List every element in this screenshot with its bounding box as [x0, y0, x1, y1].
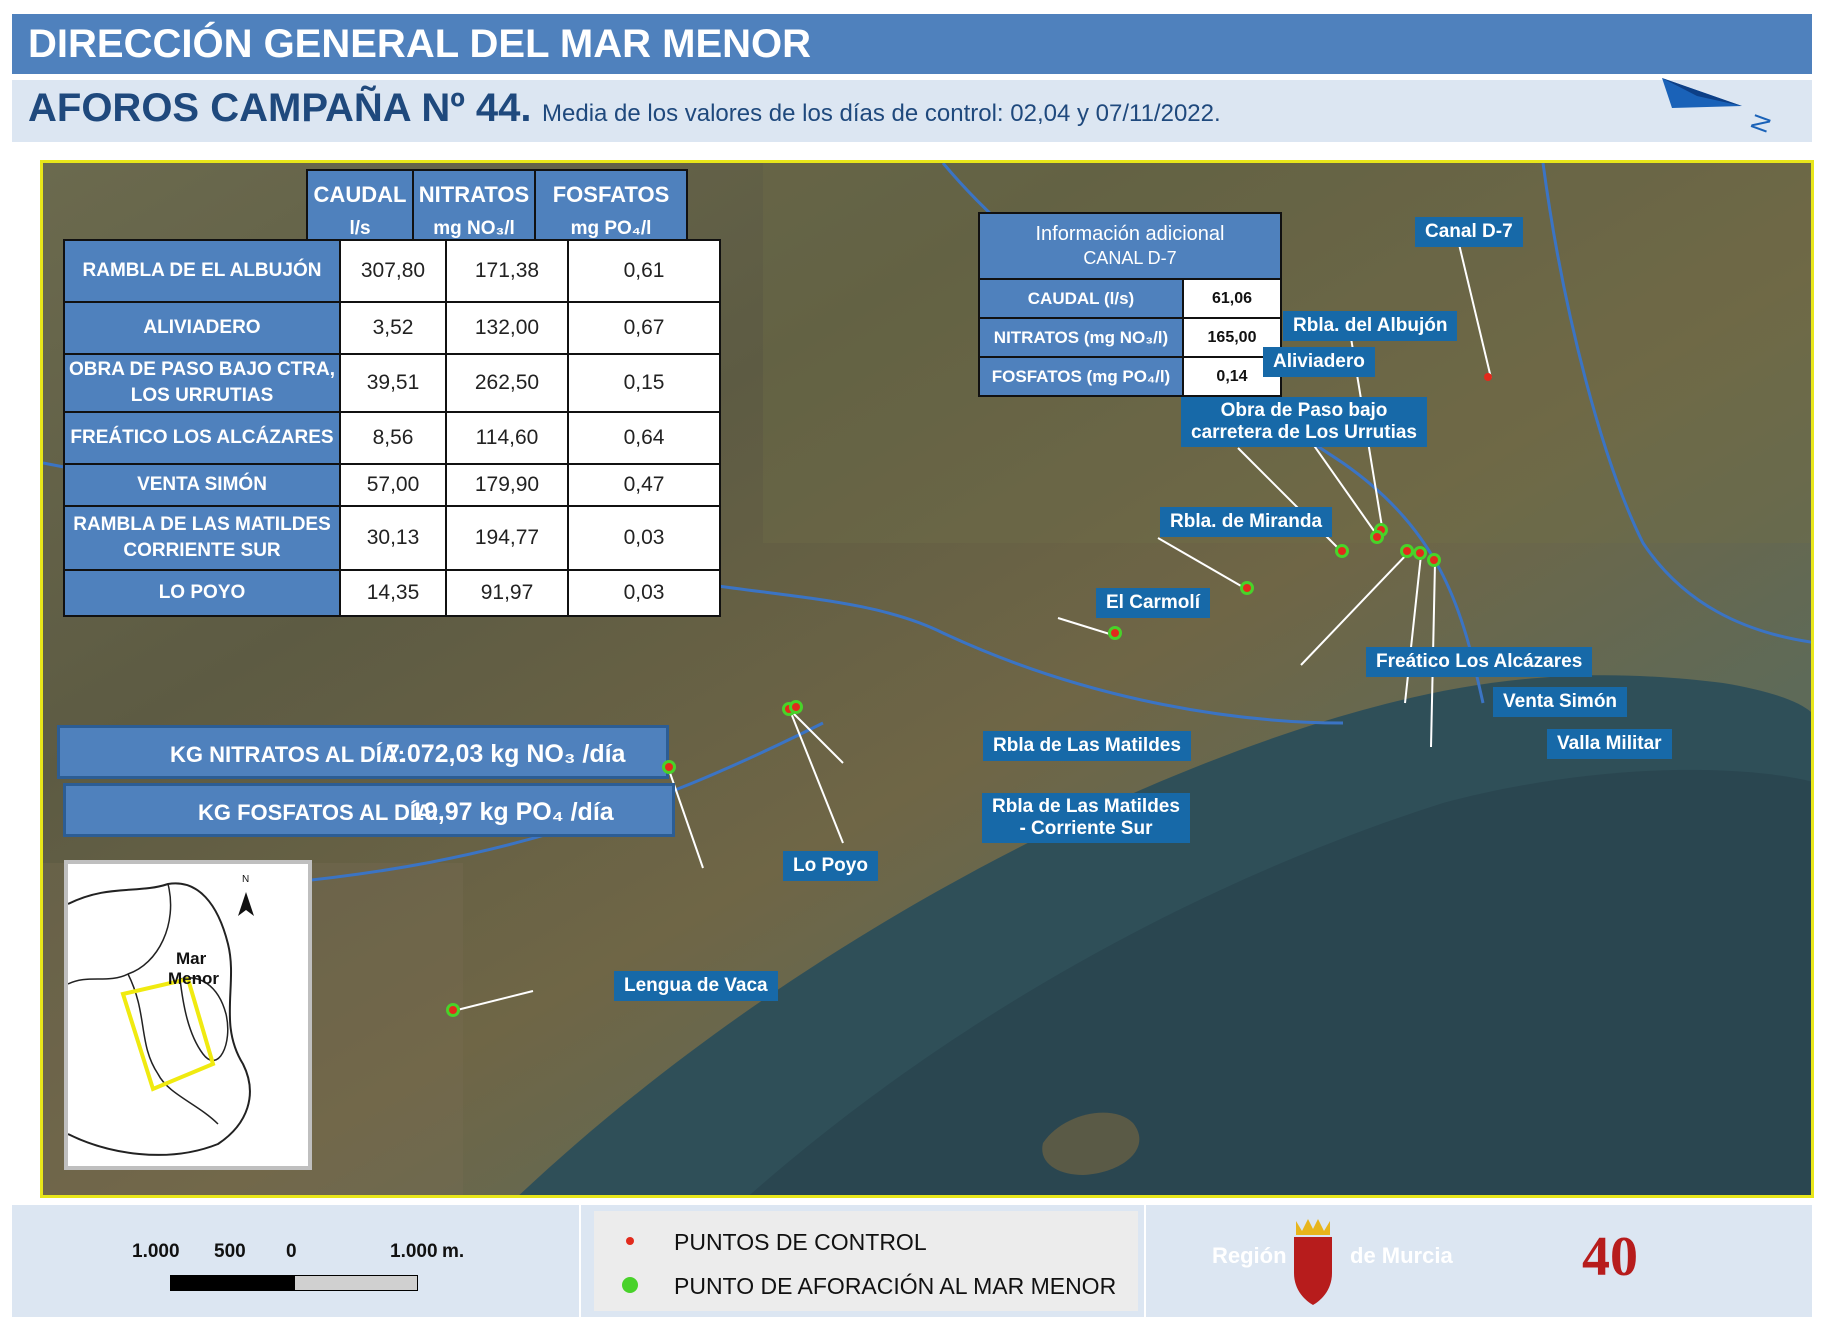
header-bar: DIRECCIÓN GENERAL DEL MAR MENOR: [12, 14, 1812, 74]
label-valla-militar: Valla Militar: [1547, 729, 1672, 759]
label-venta-simon: Venta Simón: [1493, 687, 1628, 717]
total-fosfatos-label: KG FOSFATOS AL DÍA:: [198, 800, 440, 825]
table-row: RAMBLA DE EL ALBUJÓN 307,80 171,38 0,61: [63, 239, 721, 303]
label-obra-paso: Obra de Paso bajo carretera de Los Urruti…: [1181, 397, 1427, 447]
scale-bar: 1.000 500 0 1.000 m.: [132, 1241, 464, 1301]
footer: 1.000 500 0 1.000 m. PUNTOS DE CONTROL P…: [12, 1205, 1812, 1317]
label-lengua-vaca: Lengua de Vaca: [614, 971, 778, 1001]
label-freatico: Freático Los Alcázares: [1366, 647, 1593, 677]
aforo-point[interactable]: [1335, 544, 1349, 558]
locator-north-label: N: [242, 874, 249, 885]
campaign-subtitle: Media de los valores de los días de cont…: [542, 100, 1221, 127]
label-rbla-albujon: Rbla. del Albujón: [1283, 311, 1458, 341]
locator-map-drawing: Mar Menor N: [67, 874, 254, 1156]
north-arrow-icon: [238, 892, 254, 916]
legend-control-label: PUNTOS DE CONTROL: [674, 1229, 927, 1255]
total-nitratos-label: KG NITRATOS AL DÍA:: [170, 742, 406, 767]
locator-map-label-menor: Menor: [168, 969, 219, 988]
aforo-point[interactable]: [1427, 553, 1441, 567]
scale-bar-light: [294, 1275, 418, 1291]
info-row: NITRATOS (mg NO₃/l) 165,00: [978, 317, 1282, 358]
table-row: LO POYO 14,35 91,97 0,03: [63, 569, 721, 617]
legend-aforo-dot: [622, 1277, 638, 1293]
divider: [579, 1205, 581, 1317]
label-rbla-matildes-sur: Rbla de Las Matildes - Corriente Sur: [982, 793, 1190, 843]
aforo-point[interactable]: [446, 1003, 460, 1017]
aforo-point[interactable]: [789, 700, 803, 714]
table-row: VENTA SIMÓN 57,00 179,90 0,47: [63, 463, 721, 507]
control-point[interactable]: [1484, 373, 1492, 381]
north-arrow-icon: N: [1662, 78, 1777, 137]
scale-bar-dark: [170, 1275, 294, 1291]
info-row: CAUDAL (l/s) 61,06: [978, 278, 1282, 319]
label-el-carmoli: El Carmolí: [1096, 588, 1210, 618]
brand-region: Región: [1212, 1243, 1287, 1268]
anniversary-logo: 40: [1582, 1226, 1638, 1288]
data-table-body: RAMBLA DE EL ALBUJÓN 307,80 171,38 0,61 …: [63, 239, 721, 617]
table-row: ALIVIADERO 3,52 132,00 0,67: [63, 301, 721, 355]
aforo-point[interactable]: [1108, 626, 1122, 640]
legend-aforo-label: PUNTO DE AFORACIÓN AL MAR MENOR: [674, 1273, 1117, 1299]
table-row: FREÁTICO LOS ALCÁZARES 8,56 114,60 0,64: [63, 411, 721, 465]
aforo-point[interactable]: [1240, 581, 1254, 595]
label-rbla-miranda: Rbla. de Miranda: [1160, 507, 1333, 537]
aforo-point[interactable]: [1370, 530, 1384, 544]
total-fosfatos-box: KG FOSFATOS AL DÍA: 19,97 kg PO₄ /día: [63, 783, 675, 837]
table-row: RAMBLA DE LAS MATILDES CORRIENTE SUR 30,…: [63, 505, 721, 571]
page-title: DIRECCIÓN GENERAL DEL MAR MENOR: [28, 22, 812, 66]
aforo-point[interactable]: [1413, 546, 1427, 560]
info-table: Información adicional CANAL D-7 CAUDAL (l…: [978, 212, 1282, 397]
total-nitratos-value: 7.072,03 kg NO₃ /día: [386, 740, 626, 768]
aforo-point[interactable]: [662, 760, 676, 774]
info-header: Información adicional CANAL D-7: [978, 212, 1282, 280]
aforo-point[interactable]: [1400, 544, 1414, 558]
divider: [1144, 1205, 1146, 1317]
subheader-bar: AFOROS CAMPAÑA Nº 44. Media de los valor…: [12, 78, 1812, 142]
locator-map-label-mar: Mar: [176, 949, 207, 968]
murcia-crest-icon: [1290, 1213, 1336, 1307]
legend-control-dot: [626, 1237, 634, 1245]
campaign-title: AFOROS CAMPAÑA Nº 44.: [28, 86, 532, 130]
brand-murcia: de Murcia: [1350, 1243, 1453, 1268]
poster: DIRECCIÓN GENERAL DEL MAR MENOR AFOROS C…: [0, 0, 1827, 1327]
label-lo-poyo: Lo Poyo: [783, 851, 878, 881]
info-row: FOSFATOS (mg PO₄/l) 0,14: [978, 356, 1282, 397]
table-row: OBRA DE PASO BAJO CTRA, LOS URRUTIAS 39,…: [63, 353, 721, 413]
label-aliviadero: Aliviadero: [1263, 347, 1375, 377]
label-rbla-matildes: Rbla de Las Matildes: [983, 731, 1191, 761]
map[interactable]: CAUDAL l/s NITRATOS mg NO₃/l FOSFATOS mg PO…: [40, 160, 1814, 1198]
legend: PUNTOS DE CONTROL PUNTO DE AFORACIÓN AL …: [594, 1211, 1138, 1311]
total-fosfatos-value: 19,97 kg PO₄ /día: [410, 798, 614, 826]
locator-map: Mar Menor N: [64, 860, 312, 1170]
label-canal-d7: Canal D-7: [1415, 217, 1523, 247]
total-nitratos-box: KG NITRATOS AL DÍA: 7.072,03 kg NO₃ /día: [57, 725, 669, 779]
north-arrow-label: N: [1746, 111, 1777, 137]
